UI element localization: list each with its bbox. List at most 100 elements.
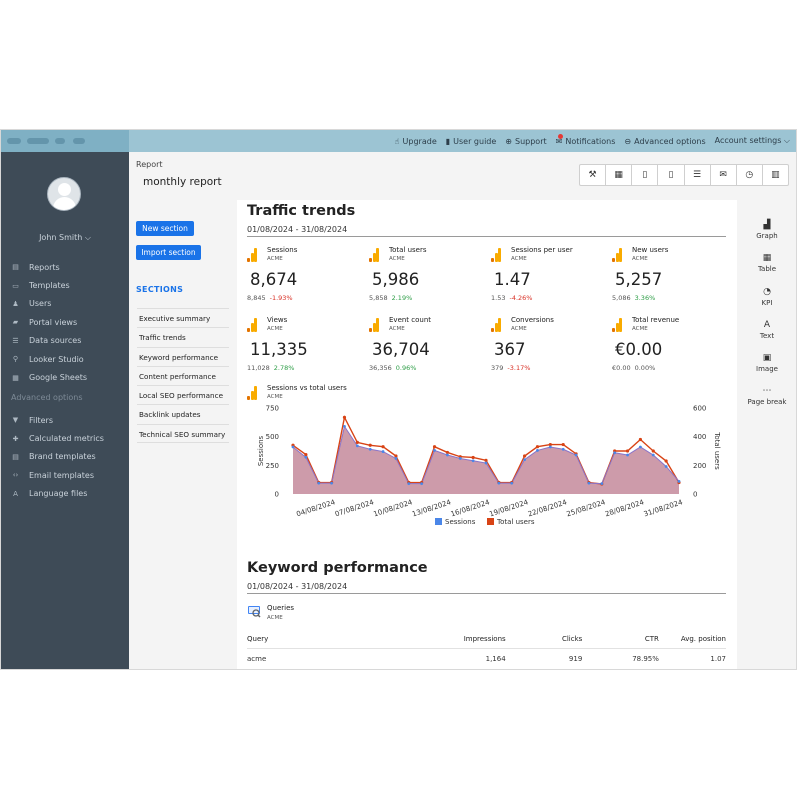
logo-mark [73,138,85,144]
report-name[interactable]: monthly report [143,176,222,188]
section-item-executive-summary[interactable]: Executive summary [137,308,229,327]
kpi-total-revenue[interactable]: Total revenue ACME €0.00 €0.00 0.00% [612,316,730,380]
analytics-icon [247,248,257,262]
clock-button[interactable]: ◷ [737,165,763,185]
sessions-chart-card[interactable]: Sessions vs total users ACME 0 250 500 750 0… [247,384,727,552]
kpi-sessions-per-user[interactable]: Sessions per user ACME 1.47 1.53 -4.26% [491,246,609,310]
kpi-conversions[interactable]: Conversions ACME 367 379 -3.17% [491,316,609,380]
users-icon: ♟ [12,299,19,308]
sidebar-item-google-sheets[interactable]: ▦ Google Sheets [11,368,87,386]
analytics-icon [369,248,379,262]
sidebar-item-reports[interactable]: ▤ Reports [11,258,87,276]
kpi-sessions[interactable]: Sessions ACME 8,674 8,845 -1.93% [247,246,365,310]
kpi-source: ACME [267,256,283,262]
add-table-widget[interactable]: ▦ Table [741,253,793,286]
topnav-upgrade[interactable]: ☝ Upgrade [395,137,437,146]
sidebar-item-calculated-metrics[interactable]: ✚ Calculated metrics [11,429,104,447]
section-item-content-performance[interactable]: Content performance [137,365,229,385]
user-menu[interactable]: John Smith ⌵ [1,233,129,243]
stack-button[interactable]: ☰ [685,165,711,185]
section-rule [247,236,726,237]
y-tick-label: 750 [266,405,279,413]
add-text-widget[interactable]: A Text [741,320,793,353]
column-header-clicks[interactable]: Clicks [505,630,583,649]
sessions-point [368,447,372,451]
x-tick-label: 31/08/2024 [643,498,684,518]
sidebar-item-portal-views[interactable]: ▰ Portal views [11,313,87,331]
page-break-icon: ⋯ [762,386,772,397]
column-header-avg-position[interactable]: Avg. position [658,630,726,649]
topnav-advanced-options[interactable]: ⊖ Advanced options [624,137,705,146]
section-item-keyword-performance[interactable]: Keyword performance [137,346,229,366]
kpi-previous-value: 36,356 [369,364,392,372]
sidebar-item-brand-templates[interactable]: ▤ Brand templates [11,448,104,466]
kpi-change: 3.36% [634,294,656,302]
thumbs-up-icon: ☝ [394,136,400,146]
reports-icon: ▤ [12,263,19,272]
new-section-button[interactable]: New section [136,221,194,236]
sessions-point [446,453,449,457]
sidebar-item-looker-studio[interactable]: ⚲ Looker Studio [11,350,87,368]
sidebar-item-label: Looker Studio [29,354,84,364]
pdf-button[interactable]: ▯ [632,165,659,185]
sidebar-item-users[interactable]: ♟ Users [11,295,87,313]
sidebar-item-templates[interactable]: ▭ Templates [11,276,87,294]
section-item-local-seo-performance[interactable]: Local SEO performance [137,385,229,404]
plus-icon: ✚ [12,434,19,443]
kpi-change: 0.96% [395,364,417,372]
kpi-previous-value: €0.00 [612,364,631,372]
text-icon: A [763,319,771,330]
column-header-ctr[interactable]: CTR [582,630,659,649]
sessions-point [343,424,346,428]
section-item-backlink-updates[interactable]: Backlink updates [137,404,229,423]
kpi-label: Total users [389,246,427,254]
topnav-user-guide[interactable]: ▮ User guide [446,137,497,146]
import-section-button[interactable]: Import section [136,245,201,260]
wrench-button[interactable]: ⚒ [580,165,607,185]
topnav-support[interactable]: ⊕ Support [505,137,546,146]
widget-label: Graph [756,232,778,240]
trash-button[interactable]: ▥ [763,165,788,185]
column-header-query[interactable]: Query [247,630,410,649]
email-button[interactable]: ✉ [711,165,737,185]
kpi-comparison: 8,845 -1.93% [247,294,293,302]
topnav-label: Upgrade [402,136,437,146]
column-header-impressions[interactable]: Impressions [409,630,506,649]
top-bar: ☝ Upgrade ▮ User guide ⊕ Support ✉ Notification… [1,130,796,152]
kpi-label: Sessions per user [511,246,573,254]
sidebar-main-menu: ▤ Reports ▭ Templates ♟ Users ▰ Portal views ☰ Da… [11,258,87,387]
y2-tick-label: 600 [693,405,706,413]
kpi-total-users[interactable]: Total users ACME 5,986 5,858 2.19% [369,246,487,310]
topnav-notifications[interactable]: ✉ Notifications [556,133,615,146]
avatar[interactable] [47,177,81,211]
sidebar-item-filters[interactable]: ▼ Filters [11,411,104,429]
sidebar-item-language-files[interactable]: A Language files [11,485,104,503]
filter-icon: ▼ [12,416,19,425]
total-users-point [535,445,540,449]
add-page-break-widget[interactable]: ⋯ Page break [741,386,793,419]
total-users-point [355,440,359,444]
topnav-label: Account settings ⌵ [714,136,790,145]
topnav-account-settings[interactable]: Account settings ⌵ [715,136,790,146]
add-graph-widget[interactable]: ▟ Graph [741,220,793,253]
calendar-button[interactable]: ▦ [606,165,633,185]
sidebar-item-email-templates[interactable]: ‹› Email templates [11,466,104,484]
total-users-point [471,455,475,460]
section-item-technical-seo-summary[interactable]: Technical SEO summary [137,423,229,444]
kpi-event-count[interactable]: Event count ACME 36,704 36,356 0.96% [369,316,487,380]
section-item-traffic-trends[interactable]: Traffic trends [137,327,229,346]
kpi-views[interactable]: Views ACME 11,335 11,028 2.78% [247,316,365,380]
x-tick-label: 04/08/2024 [295,498,336,518]
sidebar-item-label: Data sources [29,336,82,346]
excel-button[interactable]: ▯ [658,165,685,185]
advanced-options-label: Advanced options [11,393,83,402]
brand-logo[interactable] [1,130,129,152]
add-kpi-widget[interactable]: ◔ KPI [741,287,793,320]
sessions-chart: 0 250 500 750 0 200 400 600 Sessions Total users 0… [257,405,721,527]
sessions-point [523,458,526,461]
table-cell: 78.95% [632,655,659,664]
sidebar-item-data-sources[interactable]: ☰ Data sources [11,332,87,350]
add-image-widget[interactable]: ▣ Image [741,353,793,386]
kpi-new-users[interactable]: New users ACME 5,257 5,086 3.36% [612,246,730,310]
sessions-point [536,449,539,452]
